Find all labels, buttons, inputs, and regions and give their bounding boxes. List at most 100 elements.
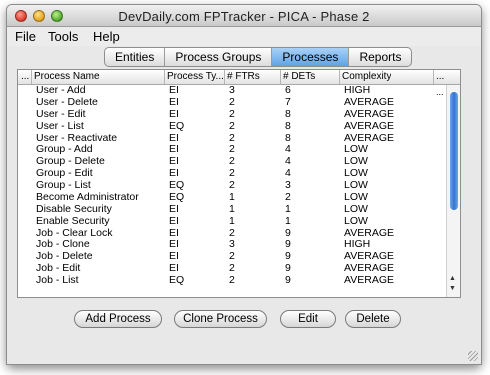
title-bar[interactable]: DevDaily.com FPTracker - PICA - Phase 2 (7, 5, 481, 27)
column-divider (280, 70, 281, 84)
header-ftrs[interactable]: # FTRs (227, 71, 260, 82)
resize-grip-icon[interactable] (468, 351, 478, 361)
cell-process-type: EQ (169, 179, 185, 191)
column-divider (224, 70, 225, 84)
cell-ftrs: 2 (229, 179, 235, 191)
cell-process-type: EI (169, 250, 179, 263)
tab-process-groups[interactable]: Process Groups (165, 48, 273, 66)
tab-processes[interactable]: Processes (272, 48, 350, 66)
cell-process-name: User - List (36, 119, 84, 132)
cell-process-name: Become Administrator (36, 190, 139, 203)
cell-process-name: Job - Clone (36, 238, 90, 251)
cell-ftrs: 2 (229, 262, 235, 275)
cell-ftrs: 2 (229, 95, 235, 108)
delete-button[interactable]: Delete (345, 310, 401, 328)
scroll-down-arrow-icon[interactable]: ▼ (449, 285, 456, 293)
cell-process-name: Group - Add (36, 143, 93, 156)
edit-button[interactable]: Edit (280, 310, 336, 328)
column-divider (31, 70, 32, 84)
cell-dets: 1 (285, 202, 291, 215)
header-complexity[interactable]: Complexity (342, 71, 391, 82)
cell-process-name: Enable Security (36, 214, 110, 227)
cell-complexity: AVERAGE (344, 274, 394, 286)
cell-complexity: AVERAGE (344, 262, 394, 275)
cell-process-name: Group - Edit (36, 167, 93, 180)
cell-ftrs: 1 (229, 202, 235, 215)
vertical-scrollbar[interactable]: ▲ ▼ (446, 85, 460, 297)
cell-complexity: AVERAGE (344, 226, 394, 239)
cell-process-type: EI (169, 131, 179, 144)
cell-process-type: EI (169, 262, 179, 275)
cell-complexity: LOW (344, 190, 368, 203)
cell-dets: 2 (285, 190, 291, 203)
row-overflow-marker: ... (436, 87, 444, 97)
cell-ftrs: 1 (229, 214, 235, 227)
cell-complexity: AVERAGE (344, 131, 394, 144)
cell-complexity: HIGH (344, 238, 371, 251)
cell-ftrs: 2 (229, 226, 235, 239)
cell-complexity: LOW (344, 143, 368, 156)
cell-complexity: LOW (344, 155, 368, 168)
cell-process-type: EI (169, 226, 179, 239)
cell-dets: 9 (285, 250, 291, 263)
cell-process-type: EI (169, 238, 179, 251)
window-title: DevDaily.com FPTracker - PICA - Phase 2 (118, 9, 370, 24)
header-process-type[interactable]: Process Ty... (167, 71, 223, 82)
cell-process-type: EI (169, 107, 179, 120)
cell-ftrs: 2 (229, 143, 235, 156)
cell-process-type: EQ (169, 274, 185, 286)
cell-process-name: User - Add (36, 84, 86, 96)
cell-process-type: EI (169, 95, 179, 108)
cell-process-name: User - Reactivate (36, 131, 118, 144)
cell-ftrs: 2 (229, 250, 235, 263)
row-header-corner[interactable]: ... (21, 71, 29, 82)
table-header: ... Process Name Process Ty... # FTRs # … (18, 70, 460, 85)
cell-ftrs: 2 (229, 119, 235, 132)
cell-process-name: Disable Security (36, 202, 112, 215)
menu-file[interactable]: File (15, 29, 36, 44)
cell-process-type: EI (169, 167, 179, 180)
cell-ftrs: 3 (229, 84, 235, 96)
cell-complexity: LOW (344, 179, 368, 191)
cell-dets: 3 (285, 179, 291, 191)
cell-dets: 9 (285, 226, 291, 239)
cell-dets: 4 (285, 155, 291, 168)
cell-complexity: AVERAGE (344, 119, 394, 132)
header-more[interactable]: ... (436, 71, 444, 82)
cell-process-type: EQ (169, 190, 185, 203)
cell-ftrs: 2 (229, 167, 235, 180)
cell-ftrs: 2 (229, 107, 235, 120)
processes-table[interactable]: ... Process Name Process Ty... # FTRs # … (17, 69, 461, 298)
column-divider (433, 70, 434, 84)
tab-reports[interactable]: Reports (349, 48, 411, 66)
app-window: DevDaily.com FPTracker - PICA - Phase 2 … (6, 4, 482, 365)
cell-process-name: Group - Delete (36, 155, 105, 168)
cell-process-name: Job - List (36, 274, 79, 286)
cell-process-name: Group - List (36, 179, 91, 191)
cell-process-type: EI (169, 84, 179, 96)
menu-help[interactable]: Help (93, 29, 120, 44)
tab-bar: Entities Process Groups Processes Report… (104, 47, 413, 67)
cell-process-name: Job - Edit (36, 262, 81, 275)
cell-dets: 7 (285, 95, 291, 108)
menu-tools[interactable]: Tools (48, 29, 78, 44)
cell-dets: 8 (285, 119, 291, 132)
header-process-name[interactable]: Process Name (34, 71, 162, 82)
cell-dets: 1 (285, 214, 291, 227)
scrollbar-thumb[interactable] (450, 92, 458, 210)
cell-dets: 8 (285, 131, 291, 144)
add-process-button[interactable]: Add Process (74, 310, 162, 328)
scroll-up-arrow-icon[interactable]: ▲ (449, 275, 456, 283)
cell-dets: 9 (285, 274, 291, 286)
cell-ftrs: 1 (229, 190, 235, 203)
cell-complexity: LOW (344, 167, 368, 180)
cell-complexity: LOW (344, 214, 368, 227)
table-row[interactable]: Job - List EQ 2 9 AVERAGE (18, 274, 446, 287)
header-dets[interactable]: # DETs (283, 71, 315, 82)
clone-process-button[interactable]: Clone Process (174, 310, 267, 328)
cell-process-name: User - Delete (36, 95, 98, 108)
cell-ftrs: 2 (229, 274, 235, 286)
tab-entities[interactable]: Entities (105, 48, 166, 66)
cell-dets: 9 (285, 262, 291, 275)
cell-dets: 4 (285, 143, 291, 156)
